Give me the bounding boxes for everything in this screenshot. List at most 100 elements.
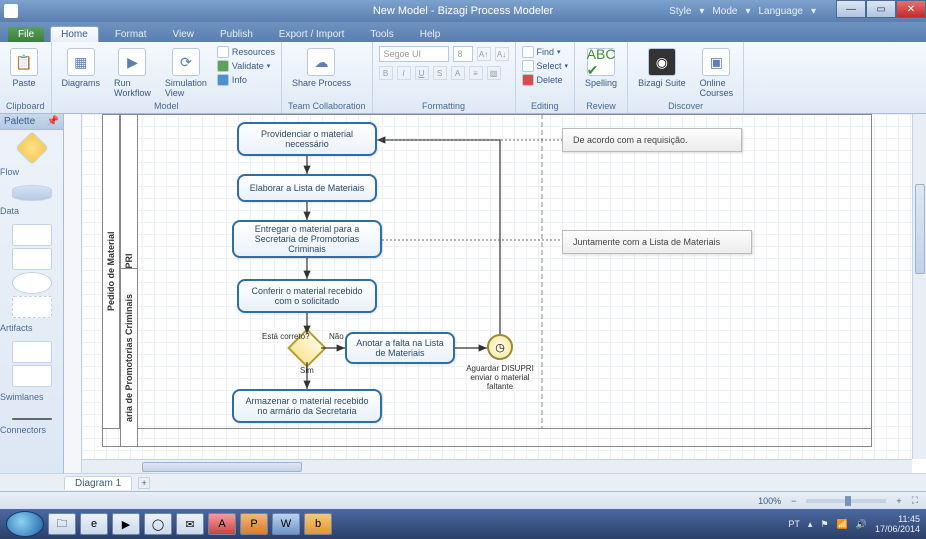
palette-panel: Palette 📌 Flow Data Artifacts Swimlanes C… <box>0 114 64 473</box>
palette-connectors-label: Connectors <box>0 424 63 439</box>
strike-button[interactable]: S <box>433 66 447 80</box>
palette-shape-icon[interactable] <box>12 224 52 246</box>
palette-shape-icon[interactable] <box>12 296 52 318</box>
taskbar-bizagi-icon[interactable]: b <box>304 513 332 535</box>
font-select[interactable]: Segoe UI <box>379 46 449 62</box>
validate-button[interactable]: Validate ▾ <box>217 60 275 72</box>
tab-view[interactable]: View <box>162 27 204 42</box>
tray-up-icon[interactable]: ▴ <box>808 519 813 530</box>
horizontal-scrollbar[interactable] <box>82 459 912 473</box>
annotation-lista[interactable]: Juntamente com a Lista de Materiais <box>562 230 752 254</box>
maximize-button[interactable]: ▭ <box>866 0 896 18</box>
tray-time[interactable]: 11:45 <box>875 514 920 524</box>
group-editing: Editing <box>522 101 569 113</box>
task-providenciar[interactable]: Providenciar o material necessário <box>237 122 377 156</box>
close-button[interactable]: ✕ <box>896 0 926 18</box>
share-process-button[interactable]: ☁Share Process <box>288 46 355 90</box>
task-conferir[interactable]: Conferir o material recebido com o solic… <box>237 279 377 313</box>
italic-button[interactable]: I <box>397 66 411 80</box>
bold-button[interactable]: B <box>379 66 393 80</box>
timer-label: Aguardar DISUPRI enviar o material falta… <box>465 364 535 391</box>
mode-menu[interactable]: Mode <box>712 6 737 17</box>
add-diagram-button[interactable]: + <box>138 477 150 489</box>
task-entregar[interactable]: Entregar o material para a Secretaria de… <box>232 220 382 258</box>
group-review: Review <box>581 101 621 113</box>
delete-button[interactable]: Delete <box>522 74 569 86</box>
grow-font-button[interactable]: A↑ <box>477 47 491 61</box>
title-bar: New Model - Bizagi Process Modeler Style… <box>0 0 926 22</box>
palette-swimlanes-label: Swimlanes <box>0 391 63 406</box>
tray-date[interactable]: 17/06/2014 <box>875 524 920 534</box>
tray-network-icon[interactable]: 📶 <box>837 519 848 530</box>
find-button[interactable]: Find ▾ <box>522 46 569 58</box>
tab-tools[interactable]: Tools <box>360 27 403 42</box>
task-elaborar[interactable]: Elaborar a Lista de Materiais <box>237 174 377 202</box>
bizagi-suite-button[interactable]: ◉Bizagi Suite <box>634 46 690 90</box>
tab-export-import[interactable]: Export / Import <box>269 27 355 42</box>
taskbar-word-icon[interactable]: W <box>272 513 300 535</box>
taskbar-outlook-icon[interactable]: ✉ <box>176 513 204 535</box>
palette-shape-icon[interactable] <box>12 248 52 270</box>
paste-button[interactable]: 📋Paste <box>6 46 42 90</box>
font-size-select[interactable]: 8 <box>453 46 473 62</box>
taskbar-wmp-icon[interactable]: ▶ <box>112 513 140 535</box>
palette-data-icon[interactable] <box>12 185 52 201</box>
gateway-label: Está correto? <box>262 332 310 341</box>
zoom-slider[interactable] <box>806 499 886 503</box>
task-armazenar[interactable]: Armazenar o material recebido no armário… <box>232 389 382 423</box>
palette-flow-icon[interactable] <box>15 131 49 165</box>
simulation-view-button[interactable]: ⟳Simulation View <box>161 46 211 100</box>
tab-file[interactable]: File <box>8 27 44 42</box>
palette-artifacts-label: Artifacts <box>0 322 63 337</box>
shrink-font-button[interactable]: A↓ <box>495 47 509 61</box>
palette-pin-icon[interactable]: 📌 <box>47 116 59 127</box>
task-anotar[interactable]: Anotar a falta na Lista de Materiais <box>345 332 455 364</box>
select-button[interactable]: Select ▾ <box>522 60 569 72</box>
fit-button[interactable]: ⛶ <box>912 495 918 506</box>
tab-help[interactable]: Help <box>410 27 451 42</box>
taskbar-powerpoint-icon[interactable]: P <box>240 513 268 535</box>
diagram-canvas[interactable]: Pedido de Material DISUPRI aria de Promo… <box>82 114 912 459</box>
tab-home[interactable]: Home <box>50 26 99 42</box>
annotation-requisicao[interactable]: De acordo com a requisição. <box>562 128 742 152</box>
app-logo-icon <box>4 4 18 18</box>
minimize-button[interactable]: — <box>836 0 866 18</box>
palette-swimlane-icon[interactable] <box>12 341 52 363</box>
style-menu[interactable]: Style <box>669 6 691 17</box>
underline-button[interactable]: U <box>415 66 429 80</box>
taskbar-adobe-icon[interactable]: A <box>208 513 236 535</box>
run-workflow-button[interactable]: ▶Run Workflow <box>110 46 155 100</box>
info-button[interactable]: Info <box>217 74 275 86</box>
spelling-button[interactable]: ABC✔Spelling <box>581 46 621 90</box>
status-bar: 100% − + ⛶ <box>0 491 926 509</box>
taskbar-explorer-icon[interactable]: 🗀 <box>48 513 76 535</box>
palette-connector-icon[interactable] <box>12 418 52 420</box>
online-courses-button[interactable]: ▣Online Courses <box>696 46 738 100</box>
zoom-out-button[interactable]: − <box>791 496 796 506</box>
start-button[interactable] <box>6 511 44 537</box>
tray-sound-icon[interactable]: 🔊 <box>856 519 867 530</box>
tray-flag-icon[interactable]: ⚑ <box>820 519 828 530</box>
language-menu[interactable]: Language <box>758 6 803 17</box>
palette-shape-icon[interactable] <box>12 272 52 294</box>
diagrams-button[interactable]: ▦Diagrams <box>58 46 105 90</box>
lane-secretaria[interactable]: aria de Promotorias Criminais <box>120 268 138 447</box>
palette-swimlane-icon[interactable] <box>12 365 52 387</box>
taskbar-ie-icon[interactable]: e <box>80 513 108 535</box>
palette-data-label: Data <box>0 205 63 220</box>
align-button[interactable]: ≡ <box>469 66 483 80</box>
palette-title: Palette <box>4 116 35 127</box>
tab-format[interactable]: Format <box>105 27 157 42</box>
font-color-button[interactable]: A <box>451 66 465 80</box>
gateway-no: Não <box>329 332 344 341</box>
vertical-scrollbar[interactable] <box>912 114 926 459</box>
fill-color-button[interactable]: ▧ <box>487 66 501 80</box>
diagram-tab-1[interactable]: Diagram 1 <box>64 476 132 490</box>
taskbar-chrome-icon[interactable]: ◯ <box>144 513 172 535</box>
tab-publish[interactable]: Publish <box>210 27 263 42</box>
vertical-ruler <box>64 114 82 473</box>
resources-button[interactable]: Resources <box>217 46 275 58</box>
zoom-in-button[interactable]: + <box>896 496 901 506</box>
palette-flow-label: Flow <box>0 166 63 181</box>
timer-event[interactable]: ◷ <box>487 334 513 360</box>
